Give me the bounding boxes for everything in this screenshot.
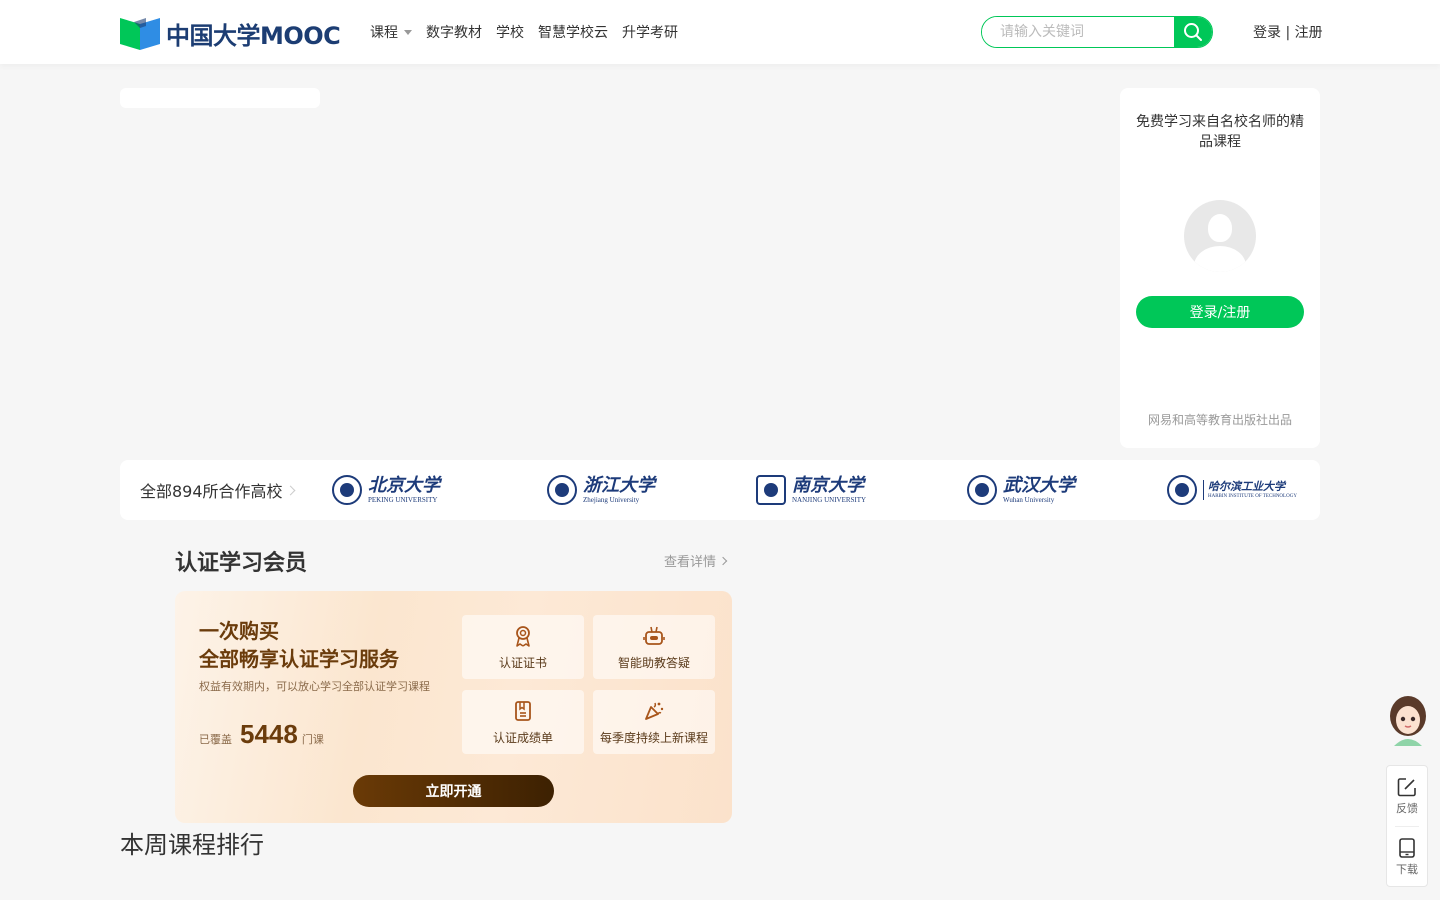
school-seal-icon xyxy=(1167,475,1197,505)
school-logo-hit[interactable]: 哈尔滨工业大学 HARBIN INSTITUTE OF TECHNOLOGY xyxy=(1167,474,1297,506)
membership-coverage: 已覆盖 5448 门课 xyxy=(199,721,324,747)
avatar-body-shape xyxy=(1194,246,1246,272)
all-schools-link[interactable]: 全部894所合作高校 xyxy=(140,478,312,502)
feature-certificate: 认证证书 xyxy=(462,615,584,679)
search-icon xyxy=(1184,23,1202,41)
assistant-avatar-icon[interactable] xyxy=(1386,694,1430,746)
nav-label: 学校 xyxy=(496,25,524,41)
robot-icon xyxy=(643,626,665,645)
school-name-cn: 哈尔滨工业大学 xyxy=(1208,480,1285,493)
main-nav: 课程 数字教材 学校 智慧学校云 升学考研 xyxy=(370,22,692,42)
feature-label: 智能助教答疑 xyxy=(617,655,690,670)
nav-label: 数字教材 xyxy=(426,25,482,41)
membership-headline: 一次购买 全部畅享认证学习服务 xyxy=(199,617,399,673)
school-seal-icon xyxy=(547,475,577,505)
avatar-head-shape xyxy=(1208,214,1232,242)
school-logo-nju[interactable]: 南京大学 NANJING UNIVERSITY xyxy=(756,474,866,506)
school-name-en: PEKING UNIVERSITY xyxy=(368,495,438,504)
weekly-ranking-title: 本周课程排行 xyxy=(120,831,264,859)
nav-label: 升学考研 xyxy=(622,25,678,41)
feature-label: 认证成绩单 xyxy=(492,730,553,745)
membership-title: 认证学习会员 xyxy=(175,551,308,576)
school-name-cn: 武汉大学 xyxy=(1003,474,1075,496)
school-logo-zju[interactable]: 浙江大学 Zhejiang University xyxy=(547,474,655,506)
chevron-down-icon xyxy=(404,29,412,35)
logo-text: 中国大学MOOC xyxy=(166,22,341,50)
school-name-en: Zhejiang University xyxy=(583,495,640,504)
feature-new-courses: 每季度持续上新课程 xyxy=(593,690,715,754)
membership-card: 一次购买 全部畅享认证学习服务 权益有效期内，可以放心学习全部认证学习课程 已覆… xyxy=(175,591,732,823)
school-name-en: NANJING UNIVERSITY xyxy=(792,495,867,504)
tool-label: 下载 xyxy=(1396,863,1418,876)
party-popper-icon xyxy=(645,702,664,720)
membership-subtitle: 权益有效期内，可以放心学习全部认证学习课程 xyxy=(199,680,430,693)
school-logo-pku[interactable]: 北京大学 PEKING UNIVERSITY xyxy=(332,474,440,506)
chevron-right-icon xyxy=(718,556,728,565)
feedback-button[interactable]: 反馈 xyxy=(1387,766,1427,826)
nav-postgrad[interactable]: 升学考研 xyxy=(622,22,678,42)
membership-details-link[interactable]: 查看详情 xyxy=(664,551,728,570)
school-name-cn: 南京大学 xyxy=(792,474,864,496)
award-ribbon-icon xyxy=(516,625,530,647)
coverage-count: 5448 xyxy=(240,719,298,749)
nav-label: 课程 xyxy=(370,25,398,41)
membership-headline-line1: 一次购买 xyxy=(199,619,279,643)
notebook-icon xyxy=(515,700,531,721)
feature-label: 每季度持续上新课程 xyxy=(599,730,708,745)
activate-membership-button[interactable]: 立即开通 xyxy=(353,775,554,807)
feature-label: 认证证书 xyxy=(498,655,547,670)
all-schools-label: 全部894所合作高校 xyxy=(140,482,283,501)
avatar xyxy=(1184,200,1256,272)
search-button[interactable] xyxy=(1174,17,1212,47)
coverage-suffix: 门课 xyxy=(301,733,324,746)
school-name-en: Wuhan University xyxy=(1003,495,1055,504)
search-input[interactable] xyxy=(982,17,1174,47)
download-app-button[interactable]: 下载 xyxy=(1387,827,1427,887)
nav-courses[interactable]: 课程 xyxy=(370,22,412,42)
site-logo[interactable]: 中国大学MOOC xyxy=(120,16,341,51)
partner-schools-strip: 全部894所合作高校 北京大学 PEKING UNIVERSITY 浙江大学 Z… xyxy=(120,460,1320,520)
floating-toolbar: 反馈 下载 xyxy=(1386,765,1428,887)
membership-details-label: 查看详情 xyxy=(664,555,717,570)
nav-smart-campus[interactable]: 智慧学校云 xyxy=(538,22,608,42)
logo-book-icon xyxy=(120,17,160,50)
search-box xyxy=(981,16,1213,48)
coverage-prefix: 已覆盖 xyxy=(199,733,232,746)
school-seal-icon xyxy=(967,475,997,505)
chevron-right-icon xyxy=(285,485,295,495)
feature-transcript: 认证成绩单 xyxy=(462,690,584,754)
top-header: 中国大学MOOC 课程 数字教材 学校 智慧学校云 升学考研 登录 | 注册 xyxy=(0,0,1440,64)
school-shield-icon xyxy=(756,475,786,505)
login-card: 免费学习来自名校名师的精品课程 登录/注册 网易和高等教育出版社出品 xyxy=(1120,88,1320,448)
school-name-en: HARBIN INSTITUTE OF TECHNOLOGY xyxy=(1208,494,1297,499)
school-logo-whu[interactable]: 武汉大学 Wuhan University xyxy=(967,474,1075,506)
nav-digital-textbooks[interactable]: 数字教材 xyxy=(426,22,482,42)
nav-label: 智慧学校云 xyxy=(538,25,608,41)
membership-headline-line2: 全部畅享认证学习服务 xyxy=(199,647,399,671)
header-login-link[interactable]: 登录 | 注册 xyxy=(1253,22,1323,42)
school-name-cn: 浙江大学 xyxy=(583,474,655,496)
tool-label: 反馈 xyxy=(1396,802,1418,815)
login-slogan: 免费学习来自名校名师的精品课程 xyxy=(1136,114,1304,150)
edit-icon xyxy=(1397,778,1416,797)
login-register-button[interactable]: 登录/注册 xyxy=(1136,296,1304,328)
login-card-footer: 网易和高等教育出版社出品 xyxy=(1147,413,1292,427)
phone-icon xyxy=(1399,838,1415,858)
school-seal-icon xyxy=(332,475,362,505)
nav-schools[interactable]: 学校 xyxy=(496,22,524,42)
school-name-cn: 北京大学 xyxy=(368,474,440,496)
feature-ai-tutor: 智能助教答疑 xyxy=(593,615,715,679)
banner-placeholder xyxy=(120,88,320,108)
